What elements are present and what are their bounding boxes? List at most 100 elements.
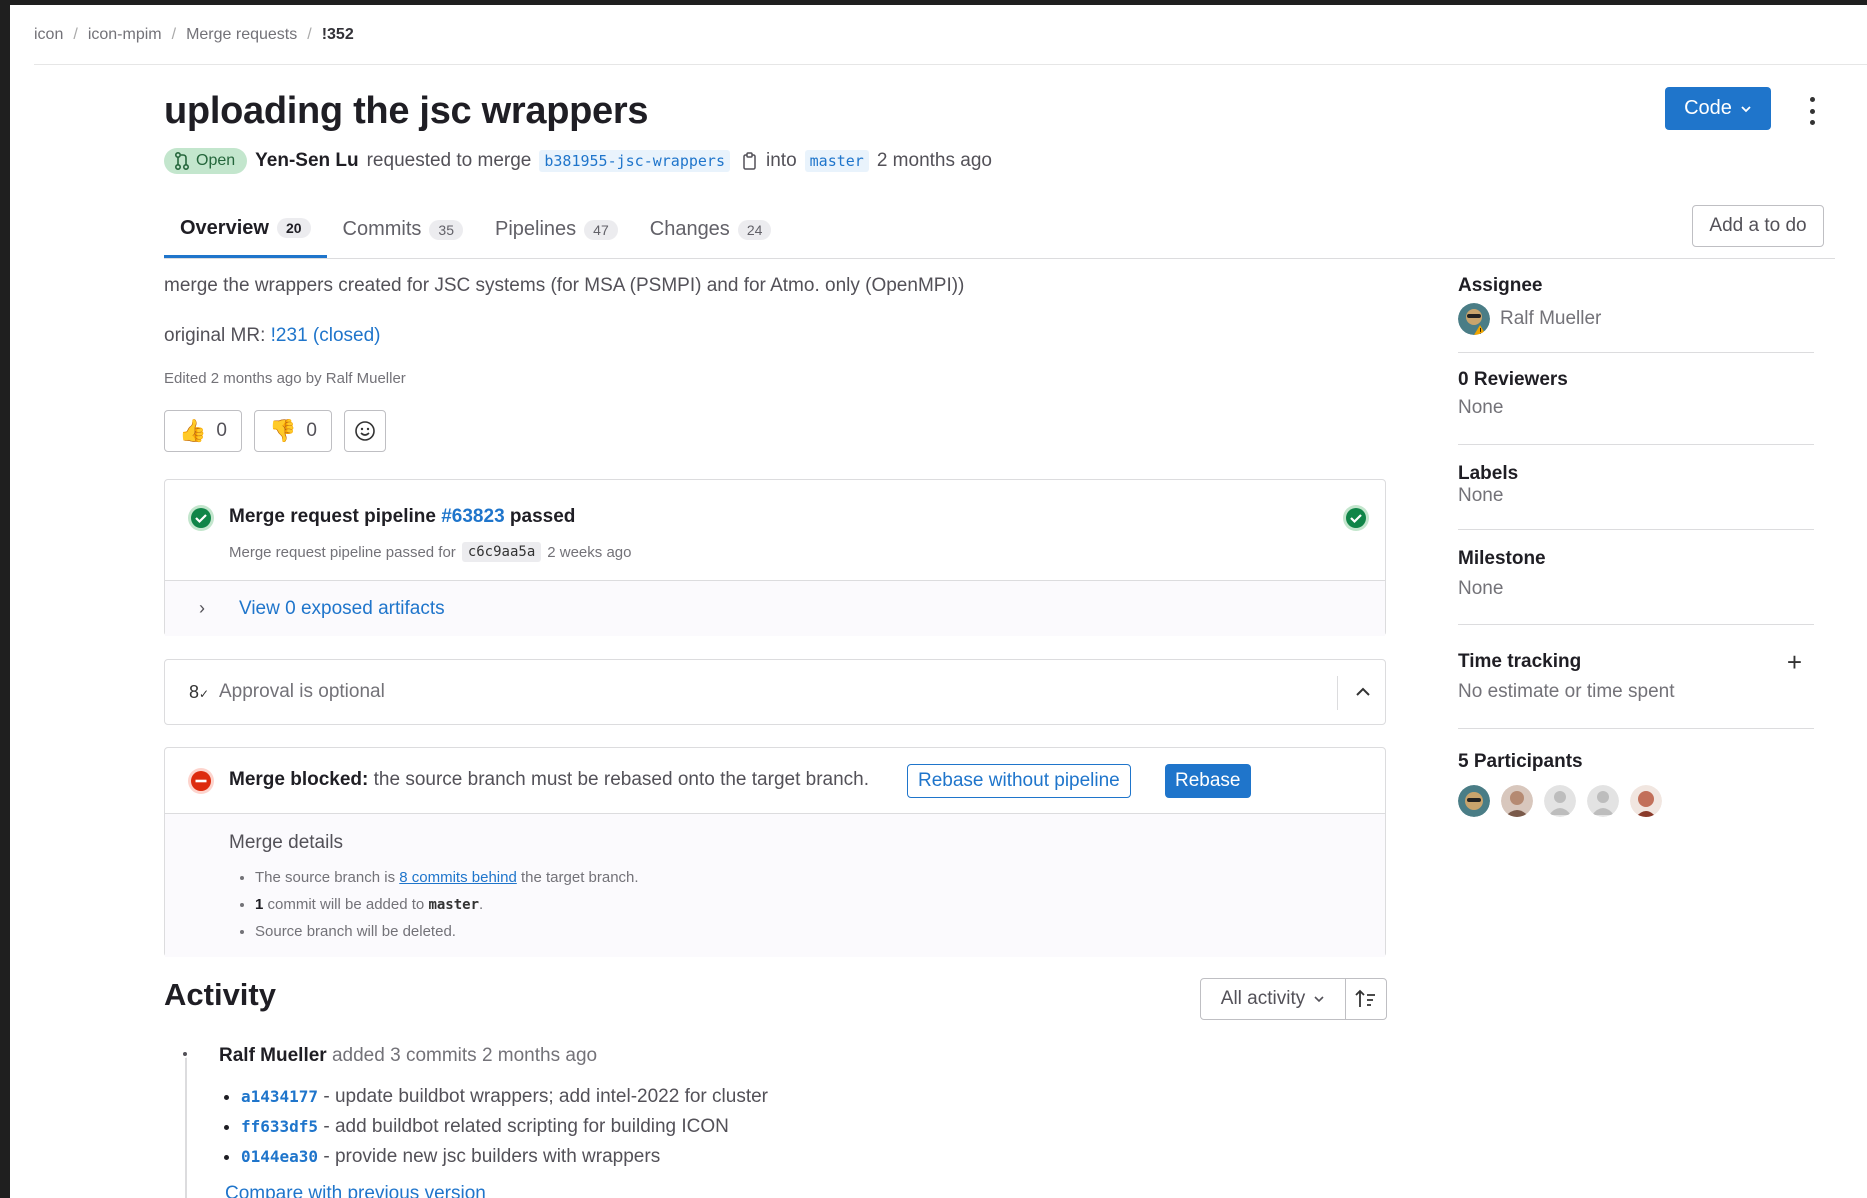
tab-commits[interactable]: Commits 35 [327,201,479,258]
status-success-icon[interactable] [187,504,215,532]
commit-sha[interactable]: c6c9aa5a [461,542,542,562]
thumbs-down-button[interactable]: 👎 0 [254,410,332,452]
milestone-value: None [1458,578,1504,599]
requested-text: requested to merge [366,150,532,171]
pipeline-title: Merge request pipeline #63823 passed [229,506,575,528]
more-actions-icon[interactable] [1800,97,1824,125]
page-title: uploading the jsc wrappers [164,90,649,132]
approval-icon: 8✓ [189,681,210,702]
avatar[interactable] [1501,785,1533,817]
tab-overview[interactable]: Overview 20 [164,201,327,258]
approval-widget: 8✓ Approval is optional [164,659,1386,725]
chevron-down-icon [1314,996,1324,1003]
right-sidebar: Assignee ! Ralf Mueller 0 Reviewers None… [1458,265,1814,817]
copy-icon[interactable] [742,151,758,171]
smiley-icon [355,421,375,441]
original-mr-line: original MR: !231 (closed) [164,325,381,347]
reviewers-section: 0 Reviewers None [1458,353,1814,445]
assignee-row[interactable]: ! Ralf Mueller [1458,303,1814,335]
list-item: The source branch is 8 commits behind th… [255,864,639,891]
target-branch-name: master [428,897,480,913]
add-reaction-button[interactable] [344,410,386,452]
commit-message: - update buildbot wrappers; add intel-20… [323,1086,768,1107]
milestone-label: Milestone [1458,548,1546,569]
merge-details-title: Merge details [229,832,344,853]
tab-count: 24 [737,219,772,240]
breadcrumb-item-icon[interactable]: icon [34,26,63,44]
avatar[interactable] [1458,785,1490,817]
breadcrumb-separator: / [307,25,312,43]
merge-widget: Merge blocked: the source branch must be… [164,747,1386,957]
breadcrumb-item-current[interactable]: !352 [322,26,354,44]
merge-request-tabs: Overview 20 Commits 35 Pipelines 47 Chan… [164,201,1835,259]
breadcrumb-item-merge-requests[interactable]: Merge requests [186,26,297,44]
tab-label: Pipelines [495,218,577,240]
list-item: ff633df5 - add buildbot related scriptin… [241,1112,768,1142]
original-mr-label: original MR: [164,325,266,346]
assignee-name[interactable]: Ralf Mueller [1500,308,1601,330]
rebase-without-pipeline-button[interactable]: Rebase without pipeline [907,764,1131,798]
merge-request-meta: Open Yen-Sen Lu requested to merge b3819… [164,145,992,177]
commit-sha-link[interactable]: 0144ea30 [241,1147,318,1166]
merge-details: Merge details The source branch is 8 com… [165,814,1385,957]
timeline-line [185,1055,187,1198]
tab-changes[interactable]: Changes 24 [634,201,788,258]
list-item: 0144ea30 - provide new jsc builders with… [241,1142,768,1172]
avatar[interactable] [1587,785,1619,817]
artifacts-link[interactable]: View 0 exposed artifacts [239,598,445,620]
labels-label: Labels [1458,463,1519,484]
artifacts-row[interactable]: › View 0 exposed artifacts [165,581,1385,636]
avatar[interactable] [1630,785,1662,817]
tab-pipelines[interactable]: Pipelines 47 [479,201,634,258]
commit-sha-link[interactable]: a1434177 [241,1087,318,1106]
plus-icon[interactable]: + [1787,649,1802,675]
target-branch[interactable]: master [804,150,869,172]
avatar: ! [1458,303,1490,335]
event-author[interactable]: Ralf Mueller [219,1045,327,1066]
original-mr-link[interactable]: !231 (closed) [271,325,381,346]
tab-count: 47 [584,219,618,240]
detail-text: the target branch. [520,869,639,886]
event-text: added 3 commits 2 months ago [331,1045,598,1066]
breadcrumb-separator: / [73,25,78,43]
labels-section: Labels None [1458,445,1814,530]
reactions-bar: 👍 0 👎 0 [164,410,386,452]
approval-text: Approval is optional [219,681,385,702]
chevron-up-icon[interactable] [1351,680,1375,704]
source-branch[interactable]: b381955-jsc-wrappers [539,150,730,172]
stage-success-icon[interactable] [1342,504,1370,532]
created-time: 2 months ago [876,150,992,171]
thumbs-up-button[interactable]: 👍 0 [164,410,242,452]
thumbs-up-count: 0 [216,420,227,441]
breadcrumb-item-project[interactable]: icon-mpim [88,26,162,44]
thumbs-up-icon: 👍 [179,418,207,443]
add-todo-button[interactable]: Add a to do [1692,205,1824,247]
pipeline-link[interactable]: #63823 [441,506,504,527]
milestone-section: Milestone None [1458,530,1814,625]
pipeline-subtitle: Merge request pipeline passed for c6c9aa… [229,542,631,562]
commit-message: - add buildbot related scripting for bui… [323,1116,729,1137]
edited-info: Edited 2 months ago by Ralf Mueller [164,370,406,387]
compare-version-link[interactable]: Compare with previous version [225,1183,486,1198]
avatar[interactable] [1544,785,1576,817]
commits-behind-link[interactable]: 8 commits behind [399,869,517,886]
merge-blocked-label: Merge blocked: [229,769,369,790]
reviewers-value: None [1458,397,1504,418]
timeline-dot [181,1050,189,1058]
pipeline-sub-prefix: Merge request pipeline passed for [229,543,456,561]
status-failed-icon [188,768,214,794]
list-item: Source branch will be deleted. [255,918,639,945]
page: icon / icon-mpim / Merge requests / !352… [10,5,1867,1198]
tab-label: Commits [342,218,422,240]
activity-filter-dropdown[interactable]: All activity [1200,978,1346,1020]
code-dropdown-button[interactable]: Code [1665,87,1771,130]
sort-direction-button[interactable] [1345,978,1387,1020]
code-button-label: Code [1684,97,1732,119]
commit-sha-link[interactable]: ff633df5 [241,1117,318,1136]
sort-icon [1355,989,1375,1007]
tab-count: 20 [276,218,311,238]
rebase-button[interactable]: Rebase [1165,764,1251,798]
svg-text:!: ! [1479,327,1482,335]
merge-details-list: The source branch is 8 commits behind th… [229,864,639,945]
author-name[interactable]: Yen-Sen Lu [255,150,358,172]
